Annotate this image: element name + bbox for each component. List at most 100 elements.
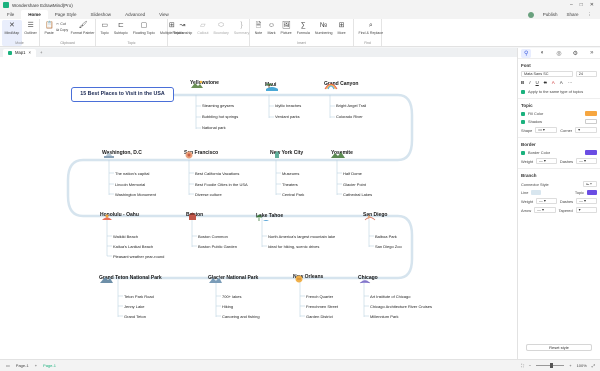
- subtopic[interactable]: Chicago Architecture River Cruises: [370, 304, 432, 309]
- page-selector[interactable]: Page-1: [16, 363, 29, 368]
- close-icon[interactable]: ✕: [590, 2, 594, 8]
- subtopic[interactable]: Frenchmen Street: [306, 304, 338, 309]
- panel-toggle-icon[interactable]: ▭: [6, 363, 10, 368]
- place-new-orleans[interactable]: New Orleans: [293, 274, 323, 283]
- add-tab-icon[interactable]: +: [40, 50, 42, 55]
- relationship-button[interactable]: ↝ Relationship: [170, 20, 195, 46]
- subtopic[interactable]: Pleasant weather year-round: [113, 254, 164, 259]
- mindmap-canvas[interactable]: 15 Best Places to Visit in the USA Yello…: [0, 57, 517, 359]
- place-maui[interactable]: Maui: [265, 82, 278, 91]
- subtopic[interactable]: Balboa Park: [375, 234, 397, 239]
- line-color-swatch[interactable]: [531, 190, 542, 195]
- style-tab-icon[interactable]: ⚲: [521, 48, 532, 58]
- subtopic[interactable]: 700+ lakes: [222, 294, 241, 299]
- italic-icon[interactable]: I: [529, 80, 530, 86]
- subtopic[interactable]: Kailua's Lanikai Beach: [113, 244, 153, 249]
- document-tab-map1[interactable]: Map1 ×: [3, 48, 36, 57]
- central-topic[interactable]: 15 Best Places to Visit in the USA: [71, 87, 174, 102]
- cut-button[interactable]: ✂ Cut: [56, 22, 68, 26]
- tapered-toggle[interactable]: ▾: [575, 207, 598, 213]
- corner-select[interactable]: ▾: [575, 127, 598, 133]
- reset-style-button[interactable]: Reset style: [526, 344, 592, 351]
- share-button[interactable]: Share: [566, 12, 578, 17]
- avatar[interactable]: [527, 11, 534, 18]
- tab-home[interactable]: Home: [21, 10, 48, 19]
- strikethrough-icon[interactable]: S: [544, 80, 547, 86]
- place-grand-teton[interactable]: Grand Teton National Park: [99, 275, 162, 283]
- place-chicago[interactable]: Chicago: [358, 275, 378, 284]
- theme-tab-icon[interactable]: ◐: [538, 49, 548, 58]
- more-format-icon[interactable]: ⋯: [568, 80, 573, 86]
- subtopic[interactable]: San Diego Zoo: [375, 244, 402, 249]
- subtopic[interactable]: Steaming geysers: [202, 103, 234, 108]
- border-dashes-select[interactable]: — ▾: [576, 158, 597, 164]
- subtopic[interactable]: Garden District: [306, 314, 333, 319]
- subtopic[interactable]: Teton Park Road: [124, 294, 154, 299]
- subtopic[interactable]: North America's largest mountain lake: [268, 234, 335, 239]
- subtopic[interactable]: Waikiki Beach: [113, 234, 138, 239]
- maximize-icon[interactable]: □: [580, 2, 583, 8]
- callout-button[interactable]: ▱ Callout: [195, 20, 211, 46]
- highlight-icon[interactable]: A: [560, 80, 563, 86]
- tab-advanced[interactable]: Advanced: [118, 10, 152, 19]
- zoom-out-icon[interactable]: −: [529, 363, 531, 368]
- subtopic[interactable]: Cathedral Lakes: [343, 192, 372, 197]
- subtopic[interactable]: Idyllic beaches: [275, 103, 301, 108]
- copy-button[interactable]: ⧉ Copy: [56, 28, 68, 32]
- collapse-panel-icon[interactable]: »: [587, 49, 597, 58]
- fill-color-swatch[interactable]: [585, 111, 597, 116]
- subtopic[interactable]: Boston Public Garden: [198, 244, 237, 249]
- subtopic[interactable]: Millennium Park: [370, 314, 398, 319]
- zoom-slider-knob[interactable]: [550, 363, 554, 368]
- summary-button[interactable]: } Summary: [231, 20, 251, 46]
- layout-tab-icon[interactable]: ◎: [554, 49, 564, 58]
- border-color-checkbox[interactable]: [521, 150, 525, 155]
- boundary-button[interactable]: ⬭ Boundary: [211, 20, 231, 46]
- subtopic[interactable]: Best Foodie Cities in the USA: [195, 182, 248, 187]
- place-washington-dc[interactable]: Washington, D.C: [102, 150, 142, 158]
- tab-file[interactable]: File: [0, 10, 21, 19]
- subtopic[interactable]: Bubbling hot springs: [202, 114, 238, 119]
- subtopic[interactable]: Best California Vacations: [195, 171, 239, 176]
- subtopic[interactable]: Central Park: [282, 192, 304, 197]
- tab-close-icon[interactable]: ×: [28, 49, 30, 57]
- fit-icon[interactable]: ⛶: [521, 363, 524, 368]
- zoom-in-icon[interactable]: +: [569, 363, 571, 368]
- subtopic[interactable]: Lincoln Memorial: [115, 182, 145, 187]
- shape-select[interactable]: ▭ ▾: [535, 127, 558, 133]
- subtopic[interactable]: Boston Common: [198, 234, 228, 239]
- apply-same-checkbox[interactable]: [521, 89, 525, 94]
- subtopic[interactable]: French Quarter: [306, 294, 333, 299]
- underline-icon[interactable]: U: [536, 80, 539, 86]
- font-family-select[interactable]: Mata Sans SC: [521, 71, 573, 77]
- tab-page-style[interactable]: Page Style: [48, 10, 84, 19]
- place-grand-canyon[interactable]: Grand Canyon: [324, 81, 358, 90]
- subtopic[interactable]: Washington Monument: [115, 192, 156, 197]
- subtopic[interactable]: Diverse culture: [195, 192, 222, 197]
- border-color-swatch[interactable]: [585, 150, 597, 155]
- subtopic[interactable]: The nation's capital: [115, 171, 149, 176]
- subtopic[interactable]: Glacier Point: [343, 182, 366, 187]
- place-san-diego[interactable]: San Diego: [363, 212, 387, 221]
- pin-tab-icon[interactable]: ⚙: [570, 49, 580, 58]
- font-color-icon[interactable]: A: [552, 80, 555, 86]
- publish-button[interactable]: Publish: [543, 12, 558, 17]
- zoom-slider[interactable]: [536, 363, 565, 368]
- subtopic[interactable]: Grand Teton: [124, 314, 146, 319]
- add-page-icon[interactable]: +: [35, 363, 37, 368]
- page-tab[interactable]: Page-1: [43, 363, 56, 368]
- place-honolulu-oahu[interactable]: Honolulu - Oahu: [100, 212, 139, 220]
- subtopic[interactable]: Art Institute of Chicago: [370, 294, 410, 299]
- subtopic[interactable]: Bright Angel Trail: [336, 103, 366, 108]
- arrow-select[interactable]: — ▾: [534, 207, 556, 213]
- subtopic[interactable]: Ideal for hiking, scenic drives: [268, 244, 319, 249]
- fullscreen-icon[interactable]: ⤢: [592, 363, 595, 368]
- subtopic[interactable]: Hiking: [222, 304, 233, 309]
- place-boston[interactable]: Boston: [186, 212, 203, 220]
- tab-slideshow[interactable]: Slideshow: [84, 10, 119, 19]
- connector-style-select[interactable]: ⟜ ▾: [583, 181, 597, 187]
- topic-line-swatch[interactable]: [587, 190, 597, 195]
- subtopic[interactable]: Theaters: [282, 182, 298, 187]
- branch-weight-select[interactable]: — ▾: [536, 198, 557, 204]
- bold-icon[interactable]: B: [521, 80, 524, 86]
